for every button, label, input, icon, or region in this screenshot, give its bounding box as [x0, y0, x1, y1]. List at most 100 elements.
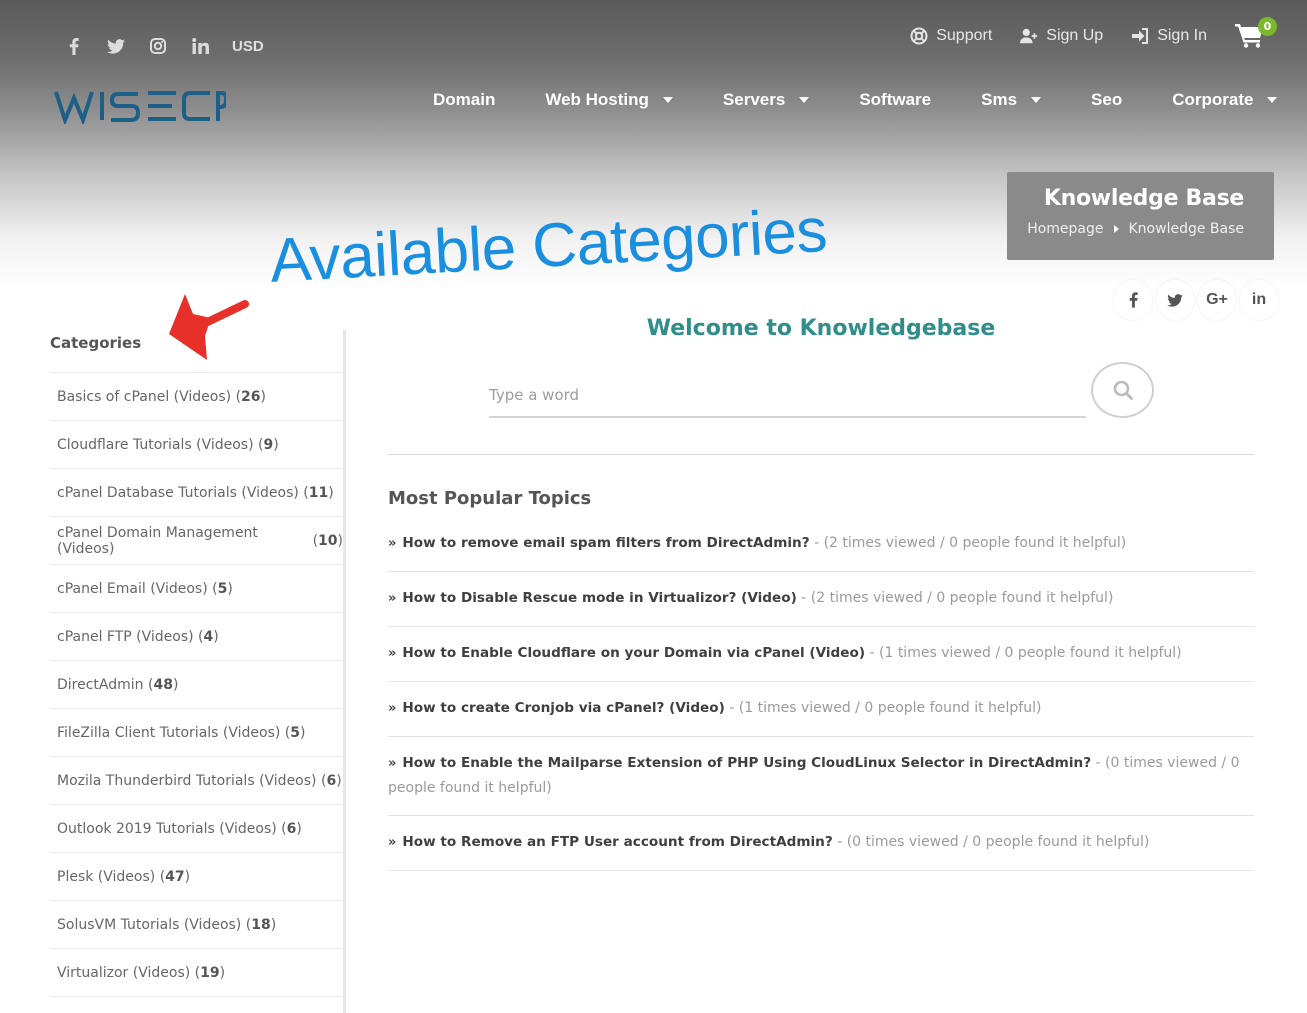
category-name: cPanel FTP (Videos): [57, 628, 194, 645]
page-title: Knowledge Base: [1043, 186, 1244, 211]
category-item[interactable]: Plesk (Videos) (47): [50, 853, 343, 901]
count-open-paren: (: [155, 868, 166, 885]
support-label: Support: [936, 27, 993, 44]
category-item[interactable]: cPanel FTP (Videos) (4): [50, 613, 343, 661]
double-chevron-right-icon: »: [388, 701, 397, 716]
share-buttons: G+ in: [1114, 280, 1278, 320]
breadcrumb-current: Knowledge Base: [1128, 221, 1245, 237]
category-item[interactable]: Cloudflare Tutorials (Videos) (9): [50, 421, 343, 469]
category-item[interactable]: Virtualizor (Videos) (19): [50, 949, 343, 997]
count-close-paren: ): [227, 580, 233, 597]
nav-domain-label: Domain: [433, 90, 496, 109]
count-close-paren: ): [296, 820, 302, 837]
share-facebook-icon[interactable]: [1114, 280, 1152, 320]
nav-corporate-label: Corporate: [1172, 90, 1254, 109]
category-item[interactable]: SolusVM Tutorials (Videos) (18): [50, 901, 343, 949]
signup-link[interactable]: Sign Up: [1020, 27, 1103, 45]
count-close-paren: ): [336, 772, 342, 789]
nav-servers[interactable]: Servers: [722, 88, 810, 112]
nav-sms-label: Sms: [981, 90, 1018, 109]
cart-button[interactable]: 0: [1235, 17, 1277, 50]
category-item[interactable]: Outlook 2019 Tutorials (Videos) (6): [50, 805, 343, 853]
share-twitter-icon[interactable]: [1156, 280, 1194, 320]
topic-link[interactable]: How to Disable Rescue mode in Virtualizo…: [402, 590, 796, 606]
share-linkedin-icon[interactable]: in: [1240, 280, 1278, 320]
section-divider: [388, 454, 1254, 455]
topic-link[interactable]: How to Remove an FTP User account from D…: [402, 834, 832, 850]
topic-link[interactable]: How to create Cronjob via cPanel? (Video…: [402, 700, 724, 716]
search-input[interactable]: [489, 374, 1086, 418]
breadcrumb-homepage[interactable]: Homepage: [1027, 221, 1103, 237]
count-open-paren: (: [190, 964, 201, 981]
topic-item: » How to create Cronjob via cPanel? (Vide…: [388, 682, 1254, 737]
category-count: 19: [200, 964, 220, 981]
category-name: Basics of cPanel (Videos): [57, 388, 232, 405]
category-item[interactable]: cPanel Domain Management (Videos) (10): [50, 517, 343, 565]
category-count: 11: [308, 484, 329, 501]
instagram-icon[interactable]: [146, 34, 170, 58]
sidebar-divider: [343, 330, 346, 1013]
category-item[interactable]: DirectAdmin (48): [50, 661, 343, 709]
count-open-paren: (: [298, 484, 309, 501]
count-open-paren: (: [280, 724, 291, 741]
topic-meta: - (2 times viewed / 0 people found it he…: [814, 535, 1127, 551]
wisecp-logo[interactable]: [54, 88, 228, 128]
count-open-paren: (: [231, 388, 242, 405]
nav-web-hosting-label: Web Hosting: [545, 90, 649, 109]
main-nav: Domain Web Hosting Servers Software Sms …: [433, 88, 1278, 112]
twitter-icon[interactable]: [104, 34, 128, 58]
nav-corporate[interactable]: Corporate: [1172, 88, 1278, 112]
count-close-paren: ): [300, 724, 306, 741]
categories-sidebar: Categories Basics of cPanel (Videos) (26…: [50, 330, 346, 1013]
category-item[interactable]: cPanel Database Tutorials (Videos) (11): [50, 469, 343, 517]
category-item[interactable]: cPanel Email (Videos) (5): [50, 565, 343, 613]
category-name: Mozila Thunderbird Tutorials (Videos): [57, 772, 317, 789]
nav-seo[interactable]: Seo: [1091, 88, 1122, 112]
category-name: SolusVM Tutorials (Videos): [57, 916, 242, 933]
category-count: 5: [217, 580, 228, 597]
category-list: Basics of cPanel (Videos) (26) Cloudflare…: [50, 372, 343, 997]
currency-selector[interactable]: USD: [232, 38, 264, 55]
nav-domain[interactable]: Domain: [433, 88, 495, 112]
signin-label: Sign In: [1157, 27, 1207, 44]
nav-software[interactable]: Software: [859, 88, 931, 112]
topic-link[interactable]: How to remove email spam filters from Di…: [402, 535, 809, 551]
linkedin-label: in: [1251, 291, 1267, 308]
linkedin-icon[interactable]: [188, 34, 212, 58]
nav-servers-label: Servers: [722, 90, 786, 109]
nav-software-label: Software: [859, 90, 932, 109]
count-open-paren: (: [253, 436, 264, 453]
category-item[interactable]: FileZilla Client Tutorials (Videos) (5): [50, 709, 343, 757]
category-count: 48: [153, 676, 173, 693]
signin-link[interactable]: Sign In: [1131, 27, 1207, 45]
breadcrumb-separator-icon: [1113, 225, 1119, 233]
category-count: 26: [241, 388, 261, 405]
search-bar: [489, 362, 1154, 418]
nav-web-hosting[interactable]: Web Hosting: [545, 88, 673, 112]
google-plus-label: G+: [1206, 291, 1228, 308]
count-open-paren: (: [143, 676, 154, 693]
category-count: 6: [326, 772, 337, 789]
category-item[interactable]: Mozila Thunderbird Tutorials (Videos) (6…: [50, 757, 343, 805]
topic-meta: - (2 times viewed / 0 people found it he…: [801, 590, 1114, 606]
category-item[interactable]: Basics of cPanel (Videos) (26): [50, 373, 343, 421]
count-close-paren: ): [260, 388, 266, 405]
lifebuoy-icon: [910, 27, 928, 45]
categories-heading: Categories: [50, 334, 142, 352]
double-chevron-right-icon: »: [388, 646, 397, 661]
support-link[interactable]: Support: [910, 27, 992, 45]
popular-topics: Most Popular Topics » How to remove email…: [388, 488, 1254, 871]
nav-sms[interactable]: Sms: [981, 88, 1042, 112]
topic-meta: - (0 times viewed / 0 people found it he…: [837, 834, 1150, 850]
share-google-plus-icon[interactable]: G+: [1198, 280, 1236, 320]
chevron-down-icon: [1267, 97, 1278, 103]
count-close-paren: ): [328, 484, 334, 501]
category-name: Plesk (Videos): [57, 868, 156, 885]
double-chevron-right-icon: »: [388, 591, 397, 606]
search-button[interactable]: [1091, 362, 1154, 418]
popular-topics-heading: Most Popular Topics: [388, 488, 592, 509]
facebook-icon[interactable]: [62, 34, 86, 58]
double-chevron-right-icon: »: [388, 536, 397, 551]
topic-link[interactable]: How to Enable Cloudflare on your Domain …: [402, 645, 865, 661]
topic-link[interactable]: How to Enable the Mailparse Extension of…: [402, 755, 1091, 771]
